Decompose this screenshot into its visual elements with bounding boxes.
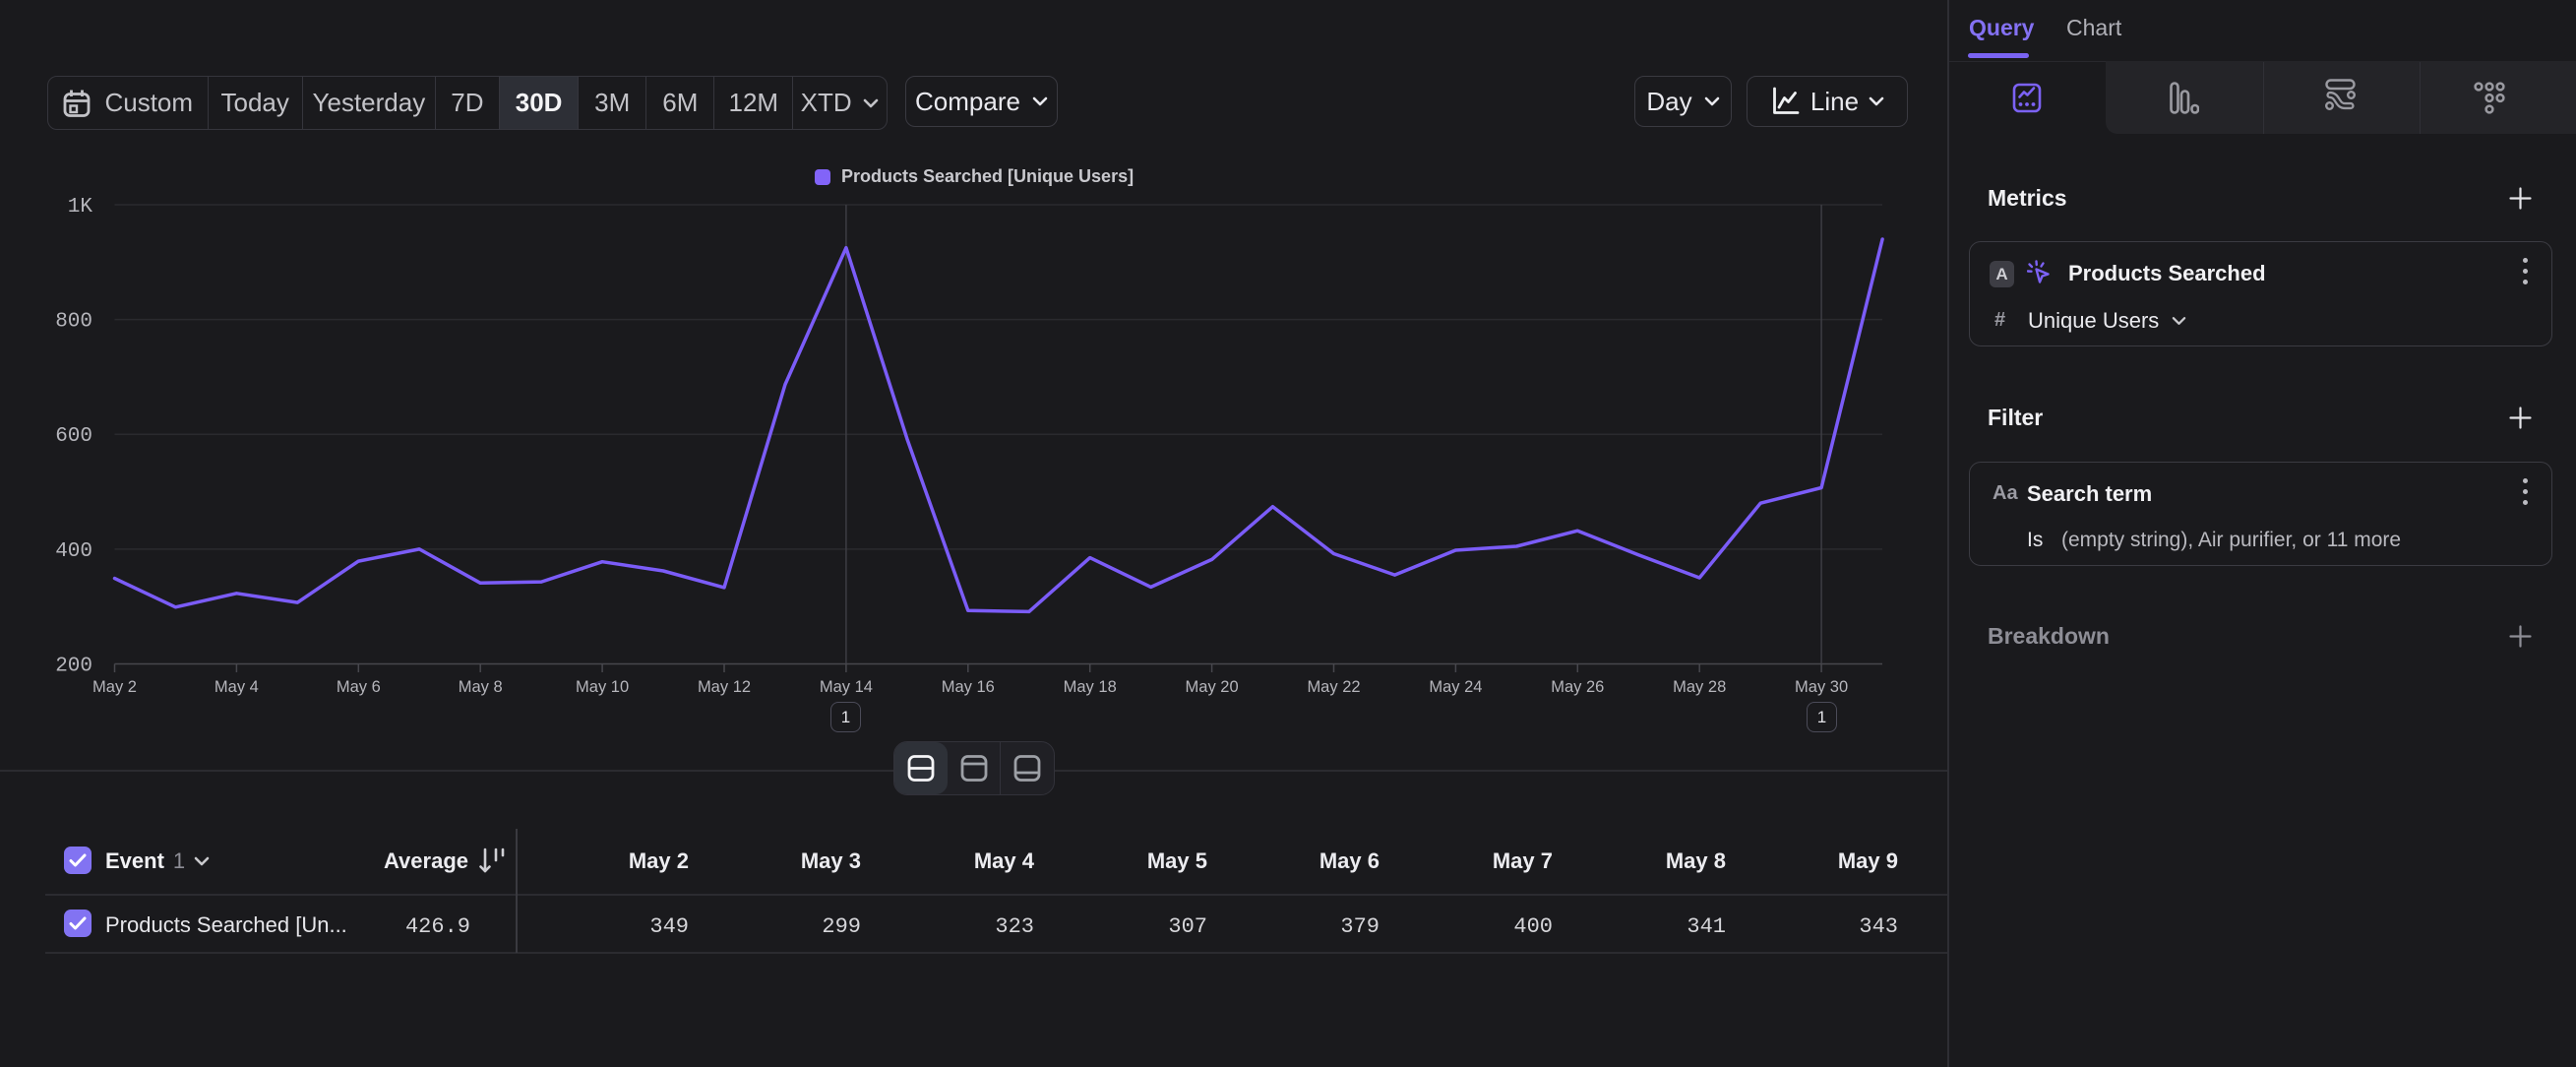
svg-text:May 28: May 28: [1673, 678, 1726, 696]
svg-text:May 16: May 16: [942, 678, 995, 696]
svg-text:800: 800: [55, 311, 92, 334]
svg-text:May 10: May 10: [576, 678, 629, 696]
svg-text:May 20: May 20: [1186, 678, 1239, 696]
svg-text:May 2: May 2: [92, 678, 137, 696]
svg-text:May 6: May 6: [337, 678, 381, 696]
svg-text:200: 200: [55, 656, 92, 678]
svg-text:May 8: May 8: [459, 678, 503, 696]
svg-text:May 26: May 26: [1551, 678, 1604, 696]
svg-text:May 22: May 22: [1307, 678, 1360, 696]
svg-text:600: 600: [55, 425, 92, 448]
svg-text:400: 400: [55, 540, 92, 563]
svg-text:May 12: May 12: [698, 678, 751, 696]
svg-text:May 4: May 4: [215, 678, 259, 696]
svg-text:May 30: May 30: [1795, 678, 1848, 696]
svg-text:May 14: May 14: [820, 678, 873, 696]
svg-text:May 24: May 24: [1429, 678, 1482, 696]
svg-text:1K: 1K: [68, 196, 93, 219]
svg-text:May 18: May 18: [1064, 678, 1117, 696]
